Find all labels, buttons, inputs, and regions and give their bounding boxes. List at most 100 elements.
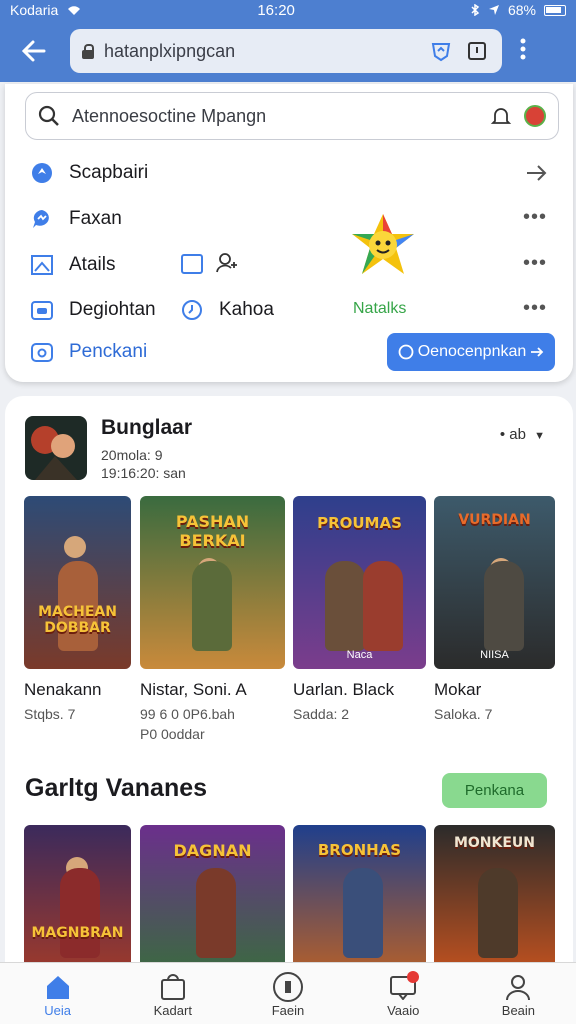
game-name[interactable]: Nistar, Soni. A xyxy=(140,680,247,700)
poster-title: VURDIAN xyxy=(458,512,531,528)
status-bar: Kodaria 16:20 68% xyxy=(0,0,576,20)
bag-icon xyxy=(157,971,189,1003)
menu-item-label: Faxan xyxy=(69,208,122,229)
game-thumbnail[interactable] xyxy=(25,416,87,480)
more-dots-icon[interactable]: ••• xyxy=(523,297,547,320)
menu-item-faxan[interactable]: Faxan xyxy=(31,204,122,234)
url-text: hatanplxipngcan xyxy=(104,40,236,61)
nav-home[interactable]: Ueia xyxy=(0,963,115,1024)
camera-icon xyxy=(31,341,53,363)
game-title: Bunglaar xyxy=(101,416,193,439)
game-time: 19:16:20: san xyxy=(101,465,186,481)
game-poster[interactable]: PASHAN BERKAI xyxy=(140,496,285,669)
primary-action-button[interactable]: Oenocenpnkan xyxy=(387,333,555,371)
game-name[interactable]: Mokar xyxy=(434,680,481,700)
nav-label: Vaaio xyxy=(387,1003,420,1018)
game-poster[interactable]: MACHEAN DOBBAR xyxy=(24,496,131,669)
game-poster[interactable]: BRONHAS xyxy=(293,825,426,976)
game-poster[interactable]: MONKEUN xyxy=(434,825,555,976)
section-button[interactable]: Penkana xyxy=(442,773,547,808)
nav-messages[interactable]: Vaaio xyxy=(346,963,461,1024)
more-dots-icon[interactable]: ••• xyxy=(523,252,547,275)
poster-title: PASHAN BERKAI xyxy=(175,512,250,550)
poster-subtitle: Naca xyxy=(346,649,373,661)
action-button-label: Oenocenpnkan xyxy=(417,343,527,360)
poster-title: MAGNBRAN xyxy=(31,925,124,941)
game-meta: Stqbs. 7 xyxy=(24,706,76,722)
menu-item-degiohtan[interactable]: Degiohtan xyxy=(31,295,156,325)
back-button[interactable] xyxy=(14,31,54,71)
location-icon xyxy=(488,5,499,15)
game-subtitle: 20mola: 9 xyxy=(101,447,163,463)
section-title: Garltg Vananes xyxy=(25,774,208,802)
menu-item-penckani[interactable]: Penckani xyxy=(31,337,147,367)
dot-icon: • xyxy=(499,426,506,443)
browser-toolbar: hatanplxipngcan xyxy=(0,20,576,82)
bluetooth-icon xyxy=(471,4,480,16)
games-feed: Bunglaar 20mola: 9 19:16:20: san • ab ▼ … xyxy=(5,396,573,976)
nav-label: Faein xyxy=(271,1003,305,1018)
poster-title: DAGNAN xyxy=(173,841,252,860)
more-dots-icon[interactable]: ••• xyxy=(523,206,547,229)
menu-item-kahoa[interactable]: Kahoa xyxy=(181,295,274,325)
bookmark-icon[interactable] xyxy=(464,38,490,64)
game-name[interactable]: Uarlan. Black xyxy=(293,680,394,700)
clock: 16:20 xyxy=(257,1,295,19)
nav-label: Kadart xyxy=(153,1003,192,1018)
image-icon xyxy=(31,254,53,276)
game-info: Bunglaar 20mola: 9 19:16:20: san xyxy=(101,416,192,482)
menu-item-label: Penckani xyxy=(69,341,148,362)
user-add-icon[interactable] xyxy=(215,252,239,274)
avatar[interactable] xyxy=(524,105,546,127)
poster-subtitle: NIISA xyxy=(480,649,509,661)
arrow-right-icon[interactable] xyxy=(525,164,547,182)
wifi-icon xyxy=(68,6,81,15)
game-name[interactable]: Nenakann xyxy=(24,680,102,700)
kebab-icon xyxy=(520,38,526,59)
battery-icon xyxy=(544,4,566,16)
search-icon xyxy=(38,105,59,126)
carrier-label: Kodaria xyxy=(10,2,59,18)
clock-icon xyxy=(181,299,203,321)
featured-game[interactable]: Bunglaar 20mola: 9 19:16:20: san xyxy=(25,416,192,482)
nav-profile[interactable]: Beain xyxy=(461,963,576,1024)
menu-item-scapbairi[interactable]: Scapbairi xyxy=(31,158,148,188)
more-menu-button[interactable] xyxy=(520,38,526,65)
menu-item-label: Scapbairi xyxy=(69,162,149,183)
game-poster[interactable]: DAGNAN xyxy=(140,825,285,976)
game-poster[interactable]: PROUMAS Naca xyxy=(293,496,426,669)
chat-icon xyxy=(31,208,53,230)
poster-title: MACHEAN DOBBAR xyxy=(38,604,117,636)
gamepad-icon xyxy=(272,971,304,1003)
user-icon xyxy=(502,971,534,1003)
game-poster[interactable]: VURDIAN NIISA xyxy=(434,496,555,669)
nav-label: Beain xyxy=(501,1003,536,1018)
game-meta: Saloka. 7 xyxy=(434,706,493,722)
arrow-right-icon xyxy=(531,347,544,357)
sort-label: ab xyxy=(509,426,526,443)
game-meta: P0 0oddar xyxy=(140,726,205,742)
kahoa-label: Kahoa xyxy=(219,299,274,320)
battery-percent: 68% xyxy=(507,2,536,18)
shield-icon[interactable] xyxy=(428,38,454,64)
search-field[interactable]: Atennoesoctine Mpangn xyxy=(25,92,559,140)
nav-games[interactable]: Faein xyxy=(230,963,345,1024)
menu-item-atails[interactable]: Atails xyxy=(31,250,115,280)
home-icon xyxy=(42,971,74,1003)
star-logo-icon xyxy=(352,214,414,274)
square-icon[interactable] xyxy=(181,254,203,274)
url-bar[interactable]: hatanplxipngcan xyxy=(70,29,502,73)
brand-label: Natalks xyxy=(353,300,407,317)
bell-icon[interactable] xyxy=(490,105,512,127)
notification-badge xyxy=(407,971,420,983)
poster-title: MONKEUN xyxy=(453,835,536,851)
calendar-icon xyxy=(31,299,53,321)
nav-store[interactable]: Kadart xyxy=(115,963,230,1024)
sort-dropdown[interactable]: • ab ▼ xyxy=(500,426,545,443)
poster-title: PROUMAS xyxy=(317,514,402,532)
menu-item-label: Atails xyxy=(69,254,116,275)
bottom-nav: Ueia Kadart Faein Vaaio Beain xyxy=(0,962,576,1024)
circle-check-icon xyxy=(398,344,414,360)
game-meta: 99 6 0 0P6.bah xyxy=(140,706,235,722)
game-poster[interactable]: MAGNBRAN xyxy=(24,825,131,976)
